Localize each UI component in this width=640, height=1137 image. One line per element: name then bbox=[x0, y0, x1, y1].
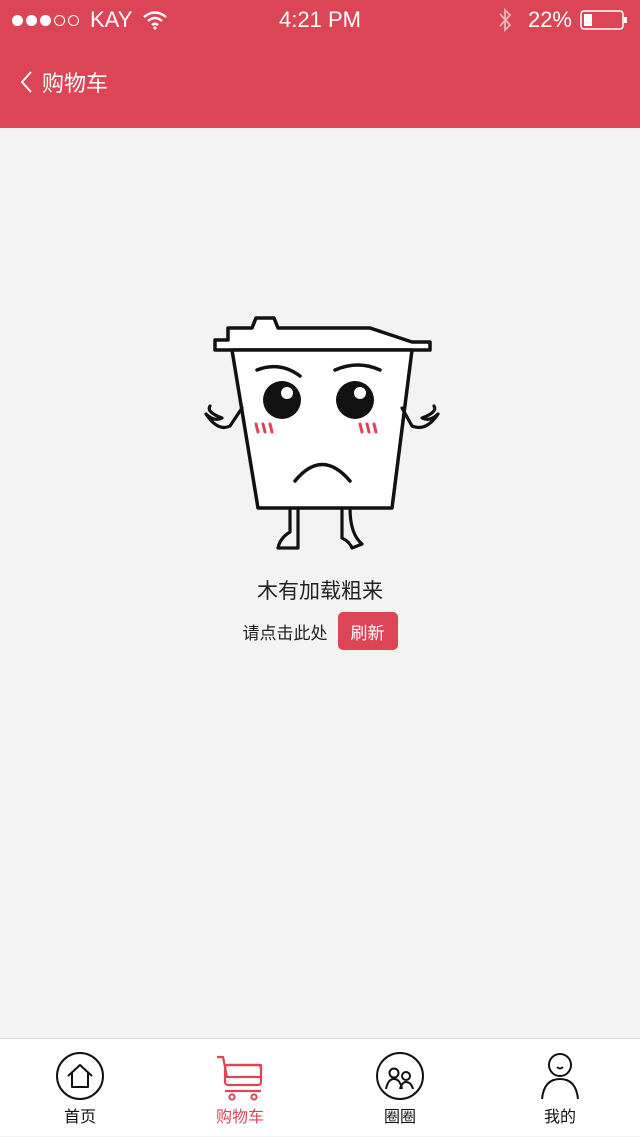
chevron-left-icon bbox=[20, 71, 32, 93]
status-bar: KAY 4:21 PM 22% bbox=[0, 0, 640, 40]
tab-mine-label: 我的 bbox=[543, 1107, 576, 1126]
page-title: 购物车 bbox=[42, 72, 109, 97]
tab-cart-label: 购物车 bbox=[215, 1107, 264, 1126]
circle-people-icon bbox=[376, 1052, 424, 1100]
tab-home[interactable]: 首页 bbox=[0, 1039, 160, 1137]
tab-circle-label: 圈圈 bbox=[383, 1107, 416, 1126]
user-icon bbox=[541, 1053, 579, 1100]
tab-cart[interactable]: 购物车 bbox=[160, 1039, 320, 1137]
tab-bar: 首页 购物车 圈圈 我的 bbox=[0, 1038, 640, 1136]
battery-percent: 22% bbox=[527, 7, 572, 32]
tab-circle[interactable]: 圈圈 bbox=[320, 1039, 480, 1137]
refresh-button[interactable]: 刷新 bbox=[337, 612, 398, 650]
bluetooth-icon bbox=[499, 8, 512, 32]
tab-mine[interactable]: 我的 bbox=[480, 1039, 640, 1137]
sad-trash-can-mascot-icon bbox=[204, 316, 440, 550]
tab-home-label: 首页 bbox=[63, 1107, 96, 1126]
battery-icon bbox=[580, 10, 627, 30]
cart-icon bbox=[217, 1055, 263, 1101]
home-icon bbox=[56, 1052, 104, 1100]
back-button[interactable]: 购物车 bbox=[20, 66, 108, 98]
refresh-row: 请点击此处 刷新 bbox=[0, 612, 640, 650]
main-content: 木有加载粗来 请点击此处 刷新 bbox=[0, 128, 640, 1038]
empty-state-title: 木有加载粗来 bbox=[257, 579, 383, 603]
status-right: 22% bbox=[498, 7, 628, 33]
refresh-hint: 请点击此处 bbox=[242, 623, 328, 644]
nav-bar: 购物车 bbox=[0, 40, 640, 128]
